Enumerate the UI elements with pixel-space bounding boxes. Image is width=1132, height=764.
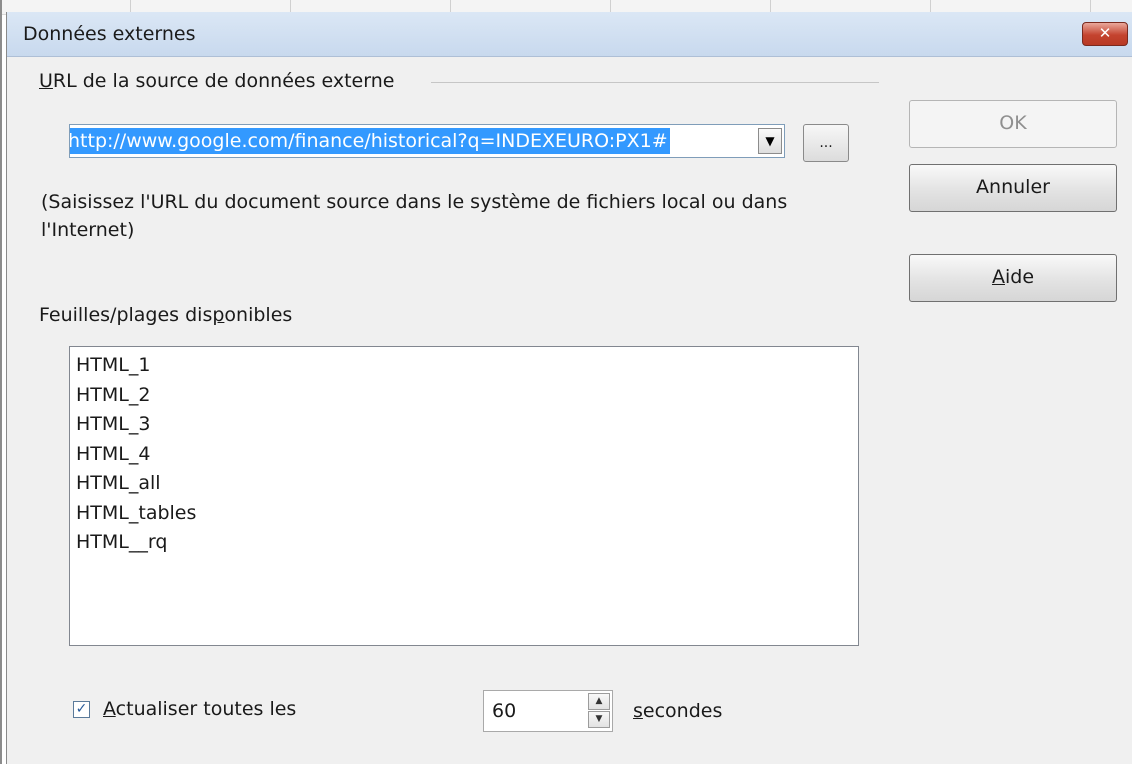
url-input-value[interactable]: http://www.google.com/finance/historical… <box>70 128 670 154</box>
list-item[interactable]: HTML_4 <box>76 440 858 470</box>
check-icon: ✓ <box>75 701 88 717</box>
arrow-down-icon: ▼ <box>595 714 603 724</box>
ranges-label: Feuilles/plages disponibles <box>39 304 293 326</box>
list-item[interactable]: HTML_2 <box>76 381 858 411</box>
url-combobox[interactable]: http://www.google.com/finance/historical… <box>69 124 785 158</box>
list-item[interactable]: HTML__rq <box>76 528 858 558</box>
ranges-listbox[interactable]: HTML_1 HTML_2 HTML_3 HTML_4 HTML_all HTM… <box>69 346 859 646</box>
section-divider <box>431 82 879 83</box>
close-icon: ✕ <box>1098 24 1112 42</box>
external-data-dialog: Données externes ✕ URL de la source de d… <box>6 12 1132 764</box>
dialog-title: Données externes <box>23 23 196 45</box>
refresh-interval-value[interactable]: 60 <box>492 700 516 722</box>
ok-button[interactable]: OK <box>909 100 1117 148</box>
refresh-checkbox[interactable]: ✓ <box>73 701 90 718</box>
cancel-button[interactable]: Annuler <box>909 164 1117 212</box>
browse-button[interactable]: ... <box>803 124 849 162</box>
dropdown-arrow-button[interactable]: ▼ <box>758 128 782 154</box>
chevron-down-icon: ▼ <box>765 134 775 148</box>
spin-up-button[interactable]: ▲ <box>588 693 610 710</box>
seconds-label: secondes <box>633 700 723 722</box>
spin-down-button[interactable]: ▼ <box>588 711 610 728</box>
url-section-label: URL de la source de données externe <box>39 70 395 92</box>
list-item[interactable]: HTML_tables <box>76 499 858 529</box>
list-item[interactable]: HTML_all <box>76 469 858 499</box>
url-hint-text: (Saisissez l'URL du document source dans… <box>41 191 788 241</box>
refresh-interval-spinbox[interactable]: 60 ▲ ▼ <box>483 690 613 732</box>
list-item[interactable]: HTML_3 <box>76 410 858 440</box>
list-item[interactable]: HTML_1 <box>76 351 858 381</box>
arrow-up-icon: ▲ <box>595 696 603 706</box>
help-button[interactable]: Aide <box>909 254 1117 302</box>
refresh-checkbox-label[interactable]: Actualiser toutes les <box>103 698 296 720</box>
close-button[interactable]: ✕ <box>1082 22 1128 46</box>
window-edge <box>0 0 2 764</box>
title-bar: Données externes ✕ <box>7 12 1132 57</box>
